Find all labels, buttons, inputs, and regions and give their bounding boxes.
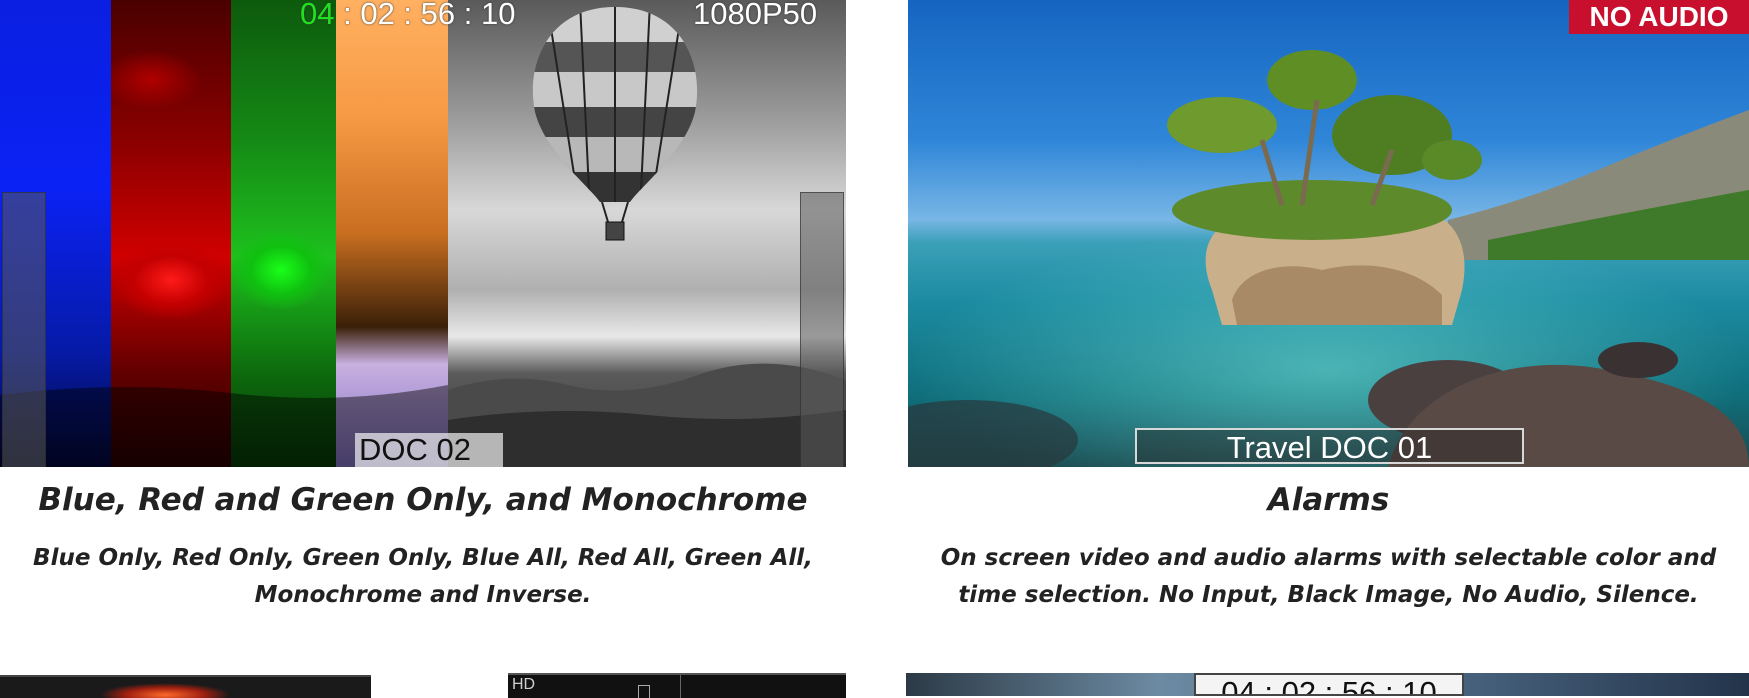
alarms-demo-image	[908, 0, 1749, 467]
orange-waveform-glow	[100, 681, 230, 698]
source-label-overlay-right: Travel DOC 01	[1135, 428, 1524, 465]
rock-island-with-trees	[1167, 50, 1482, 325]
feature-title-alarms: Alarms	[1267, 482, 1390, 518]
bottom-timecode-overlay: 04 : 02 : 56 : 10	[1194, 673, 1464, 696]
timecode-overlay: 04 : 02 : 56 : 10	[300, 0, 515, 29]
video-format-overlay: 1080P50	[693, 0, 818, 31]
bottom-thumbnail-1	[0, 675, 371, 698]
coastal-hills	[1448, 110, 1749, 260]
audio-meter-left	[2, 192, 46, 467]
no-audio-alarm-badge: NO AUDIO	[1569, 0, 1749, 34]
divider-line	[680, 675, 681, 698]
bottom-thumbnail-2: HD	[508, 673, 846, 698]
timecode-hours: 04	[300, 0, 335, 31]
hd-badge: HD	[512, 676, 536, 693]
feature-description-color-channels: Blue Only, Red Only, Green Only, Blue Al…	[33, 545, 813, 608]
source-label-overlay: DOC 02	[355, 433, 503, 467]
audio-meter-right	[800, 192, 844, 467]
color-channels-demo-image: 04 : 02 : 56 : 10 1080P50 DOC 02	[0, 0, 846, 467]
feature-description-alarms: On screen video and audio alarms with se…	[940, 545, 1717, 608]
monochrome-hills	[448, 363, 846, 467]
timecode-rest: : 02 : 56 : 10	[334, 0, 516, 31]
marker-box	[638, 685, 650, 698]
feature-title-color-channels: Blue, Red and Green Only, and Monochrome	[38, 482, 808, 518]
hot-air-balloon	[532, 7, 698, 241]
